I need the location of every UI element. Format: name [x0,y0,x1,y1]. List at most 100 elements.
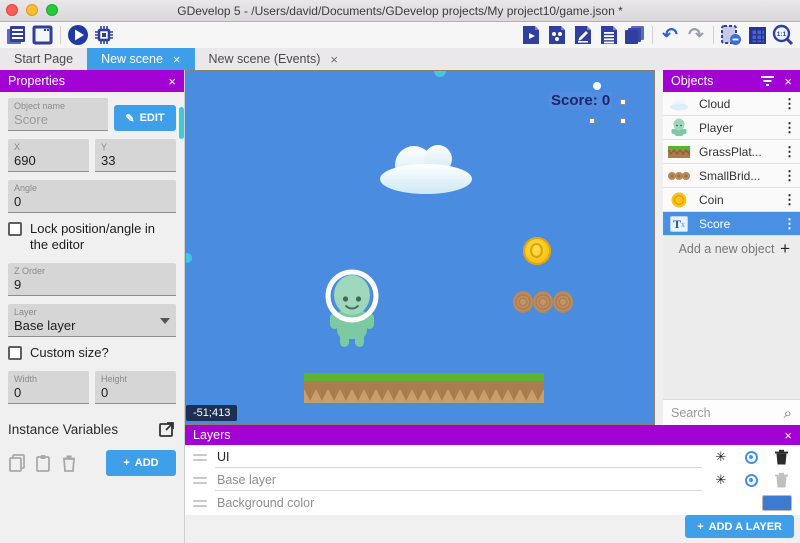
object-row-coin[interactable]: Coin ⋮ [663,188,800,212]
eye-icon [745,451,758,464]
angle-label: Angle [14,183,170,194]
layer-visibility-button[interactable] [740,474,762,487]
y-position-field[interactable]: Y 33 [95,139,176,172]
object-menu-icon[interactable]: ⋮ [783,120,796,136]
trash-icon[interactable] [60,454,78,472]
rotate-handle[interactable] [593,82,601,90]
object-menu-icon[interactable]: ⋮ [783,168,796,184]
grass-platform-sprite[interactable] [304,373,544,403]
layer-effects-icon[interactable]: ✳ [710,473,732,488]
paste-icon[interactable] [34,454,52,472]
scene-canvas[interactable]: Score: 0 -51;413 [185,70,655,425]
close-icon[interactable]: × [784,428,792,443]
delete-layer-icon[interactable] [770,449,792,465]
scene-properties-button[interactable] [570,23,596,47]
undo-button[interactable]: ↶ [657,23,683,47]
tab-close-icon[interactable]: × [330,52,338,67]
width-field[interactable]: Width 0 [8,371,89,404]
x-position-field[interactable]: X 690 [8,139,89,172]
object-menu-icon[interactable]: ⋮ [783,216,796,232]
height-field[interactable]: Height 0 [95,371,176,404]
project-manager-button[interactable] [4,23,30,47]
close-icon[interactable]: × [784,74,792,89]
background-color-swatch[interactable] [762,495,792,511]
instances-list-button[interactable] [596,23,622,47]
player-sprite[interactable] [324,269,380,349]
resize-handle-right[interactable] [620,99,626,105]
object-menu-icon[interactable]: ⋮ [783,144,796,160]
start-page-button[interactable] [30,23,56,47]
object-name-value: Score [14,112,102,128]
resize-handle-corner[interactable] [620,118,626,124]
tab-start-page[interactable]: Start Page [0,48,87,70]
object-groups-button[interactable] [544,23,570,47]
object-menu-icon[interactable]: ⋮ [783,96,796,112]
debugger-button[interactable] [91,23,117,47]
zoom-window-button[interactable] [46,4,58,16]
object-row-score[interactable]: T x Score ⋮ [663,212,800,236]
canvas-vscroll-thumb[interactable] [185,253,192,263]
objects-search-box: ⌕ [663,399,800,425]
object-row-smallbridge[interactable]: SmallBrid... ⋮ [663,164,800,188]
grid-button[interactable] [744,23,770,47]
close-window-button[interactable] [6,4,18,16]
drag-handle-icon[interactable] [193,477,207,484]
small-bridge-icon [667,171,691,181]
coin-inner-ring [530,243,543,258]
objects-editor-button[interactable] [518,23,544,47]
custom-size-checkbox[interactable] [8,346,22,360]
canvas-scrollbar-track[interactable] [655,70,663,425]
properties-panel: Properties × Object name Score ✎ EDIT X … [0,70,185,543]
properties-scrollbar-thumb[interactable] [179,107,184,139]
object-row-player[interactable]: Player ⋮ [663,116,800,140]
object-row-cloud[interactable]: Cloud ⋮ [663,92,800,116]
close-icon[interactable]: × [168,74,176,89]
layer-name-input[interactable]: Base layer [215,470,702,491]
filter-icon[interactable] [761,76,774,86]
minimize-window-button[interactable] [26,4,38,16]
drag-handle-icon[interactable] [193,500,207,507]
instances-list-icon [599,25,619,45]
object-groups-icon [547,25,567,45]
zoom-original-button[interactable]: 1:1 [770,23,796,47]
cloud-sprite[interactable] [378,139,474,195]
copy-icon[interactable] [8,454,26,472]
play-icon [67,24,89,46]
tab-new-scene-events[interactable]: New scene (Events) × [195,48,352,70]
resize-handle-bottom[interactable] [589,118,595,124]
layer-visibility-button[interactable] [740,451,762,464]
canvas-hscroll-thumb[interactable] [434,70,446,77]
editor-tabbar: Start Page New scene × New scene (Events… [0,48,800,70]
layer-effects-icon[interactable]: ✳ [710,450,732,465]
instance-variables-label: Instance Variables [8,422,118,437]
score-text-instance[interactable]: Score: 0 [549,92,612,109]
coin-sprite[interactable] [523,237,551,265]
play-preview-button[interactable] [65,23,91,47]
width-label: Width [14,374,83,385]
open-in-new-icon[interactable] [158,420,176,438]
layers-editor-button[interactable] [622,23,648,47]
drag-handle-icon[interactable] [193,454,207,461]
layer-name-input[interactable]: UI [215,447,702,468]
tab-close-icon[interactable]: × [173,52,181,67]
layer-select[interactable]: Layer Base layer [8,304,176,337]
grid-icon [749,27,766,44]
tab-label: Start Page [14,52,73,66]
window-mask-button[interactable] [718,23,744,47]
add-layer-button[interactable]: + ADD A LAYER [685,515,794,538]
tab-new-scene[interactable]: New scene × [87,48,194,70]
edit-object-button[interactable]: ✎ EDIT [114,105,176,131]
pencil-icon: ✎ [125,112,134,125]
layer-value: Base layer [14,318,170,334]
small-bridge-sprite[interactable] [513,291,573,313]
z-order-field[interactable]: Z Order 9 [8,263,176,296]
lock-position-checkbox[interactable] [8,222,22,236]
angle-field[interactable]: Angle 0 [8,180,176,213]
delete-layer-icon-disabled [770,472,792,488]
add-variable-button[interactable]: + ADD [106,450,176,476]
object-row-grassplatform[interactable]: GrassPlat... ⋮ [663,140,800,164]
object-menu-icon[interactable]: ⋮ [783,192,796,208]
add-new-object-button[interactable]: Add a new object + [663,236,800,262]
search-input[interactable] [671,406,784,420]
redo-button[interactable]: ↷ [683,23,709,47]
